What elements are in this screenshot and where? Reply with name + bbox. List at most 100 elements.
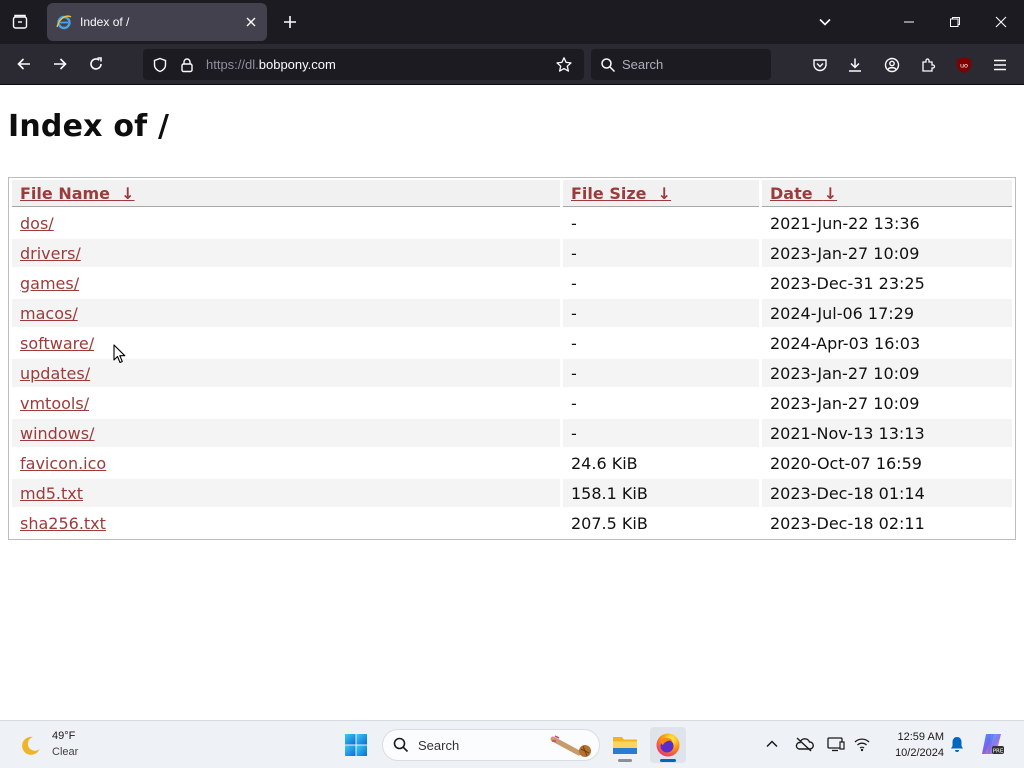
lock-icon[interactable] [178, 56, 196, 74]
network-status[interactable] [851, 733, 873, 755]
forward-button[interactable] [45, 50, 75, 78]
restore-button[interactable] [932, 0, 978, 44]
table-row: games/ - 2023-Dec-31 23:25 [12, 269, 1012, 297]
tab-title: Index of / [80, 15, 130, 29]
file-link[interactable]: updates/ [20, 364, 90, 383]
onedrive-icon [795, 737, 814, 752]
file-name-cell: dos/ [12, 209, 560, 237]
close-icon [246, 17, 256, 27]
column-header-name: File Name ↓ [12, 180, 560, 207]
sort-by-name-link[interactable]: File Name ↓ [20, 184, 135, 203]
url-text[interactable]: https://dl.bobpony.com [206, 57, 336, 72]
extensions-icon [922, 58, 936, 72]
table-row: sha256.txt 207.5 KiB 2023-Dec-18 02:11 [12, 509, 1012, 537]
system-clock[interactable]: 12:59 AM 10/2/2024 [880, 729, 944, 761]
notifications-button[interactable] [946, 733, 968, 755]
tab-list-button[interactable] [6, 8, 34, 36]
shield-icon[interactable] [151, 56, 169, 74]
file-name-cell: drivers/ [12, 239, 560, 267]
sort-by-size-link[interactable]: File Size ↓ [571, 184, 671, 203]
search-bar[interactable]: Search [591, 49, 771, 80]
new-tab-button[interactable] [276, 8, 304, 36]
weather-temperature: 49°F [52, 730, 76, 742]
file-date-cell: 2021-Nov-13 13:13 [762, 419, 1012, 447]
file-link[interactable]: windows/ [20, 424, 94, 443]
app-active-indicator [660, 759, 676, 762]
file-date-cell: 2023-Jan-27 10:09 [762, 359, 1012, 387]
column-size-label: File Size [571, 183, 647, 203]
file-link[interactable]: games/ [20, 274, 79, 293]
table-row: md5.txt 158.1 KiB 2023-Dec-18 01:14 [12, 479, 1012, 507]
display-status[interactable] [825, 733, 847, 755]
windows-logo-icon [345, 734, 367, 756]
file-name-cell: windows/ [12, 419, 560, 447]
file-date-cell: 2021-Jun-22 13:36 [770, 213, 920, 233]
sort-arrow-icon: ↓ [121, 183, 135, 203]
svg-text:PRE: PRE [993, 748, 1004, 754]
file-size-cell: - [571, 393, 577, 413]
show-hidden-icons-button[interactable] [761, 733, 783, 755]
minimize-button[interactable] [886, 0, 932, 44]
tab-list-icon [12, 14, 28, 29]
bookmark-star-button[interactable] [555, 56, 573, 74]
reload-icon [90, 57, 102, 70]
tab-close-button[interactable] [239, 10, 263, 34]
clock-time: 12:59 AM [897, 731, 944, 743]
file-name-cell: macos/ [12, 299, 560, 327]
reload-button[interactable] [81, 50, 111, 78]
taskbar-search-label: Search [418, 738, 460, 753]
list-all-tabs-button[interactable] [811, 8, 839, 36]
account-button[interactable] [878, 51, 906, 79]
ublock-origin-button[interactable]: uo [950, 51, 978, 79]
chevron-down-icon [819, 18, 831, 26]
file-link[interactable]: favicon.ico [20, 454, 106, 473]
forward-icon [54, 58, 67, 70]
file-link[interactable]: md5.txt [20, 484, 83, 503]
start-button[interactable] [340, 729, 372, 761]
file-link[interactable]: macos/ [20, 304, 78, 323]
file-link[interactable]: drivers/ [20, 244, 81, 263]
table-row: macos/ - 2024-Jul-06 17:29 [12, 299, 1012, 327]
file-name-cell: vmtools/ [12, 389, 560, 417]
file-size-cell: - [571, 333, 577, 353]
chevron-up-icon [766, 740, 778, 748]
file-size-cell: - [571, 273, 577, 293]
table-row: drivers/ - 2023-Jan-27 10:09 [12, 239, 1012, 267]
taskbar-search-box[interactable]: Search [382, 729, 600, 761]
active-tab[interactable]: Index of / [47, 3, 267, 41]
url-scheme: https://dl. [206, 57, 259, 72]
weather-widget[interactable]: 49°F Clear [14, 727, 134, 763]
clock-date: 10/2/2024 [895, 747, 944, 759]
navigation-toolbar: https://dl.bobpony.com Search uo [0, 44, 1024, 85]
column-date-label: Date [770, 183, 813, 203]
address-bar[interactable]: https://dl.bobpony.com [143, 49, 584, 80]
file-size-cell: - [563, 359, 759, 387]
ublock-icon: uo [957, 57, 971, 73]
file-size-cell: - [571, 213, 577, 233]
downloads-button[interactable] [841, 51, 869, 79]
copilot-button[interactable]: PRE [979, 731, 1005, 757]
file-link[interactable]: dos/ [20, 214, 54, 233]
onedrive-status[interactable] [793, 733, 815, 755]
file-link[interactable]: vmtools/ [20, 394, 89, 413]
download-icon [849, 58, 861, 72]
sort-by-date-link[interactable]: Date ↓ [770, 184, 837, 203]
file-name-cell: sha256.txt [12, 509, 560, 537]
file-link[interactable]: sha256.txt [20, 514, 106, 533]
app-menu-button[interactable] [986, 51, 1014, 79]
file-date-cell: 2023-Jan-27 10:09 [762, 239, 1012, 267]
pocket-button[interactable] [806, 51, 834, 79]
window-close-button[interactable] [978, 0, 1024, 44]
file-link[interactable]: software/ [20, 334, 94, 353]
file-name-cell: updates/ [12, 359, 560, 387]
back-button[interactable] [9, 50, 39, 78]
file-size-cell: - [563, 299, 759, 327]
file-explorer-app[interactable] [607, 727, 643, 763]
file-name-cell: favicon.ico [12, 449, 560, 477]
extensions-button[interactable] [914, 51, 942, 79]
search-icon [393, 737, 409, 753]
moon-icon [22, 736, 40, 755]
file-size-cell: 207.5 KiB [571, 513, 648, 533]
table-row: favicon.ico 24.6 KiB 2020-Oct-07 16:59 [12, 449, 1012, 477]
firefox-app[interactable] [650, 727, 686, 763]
